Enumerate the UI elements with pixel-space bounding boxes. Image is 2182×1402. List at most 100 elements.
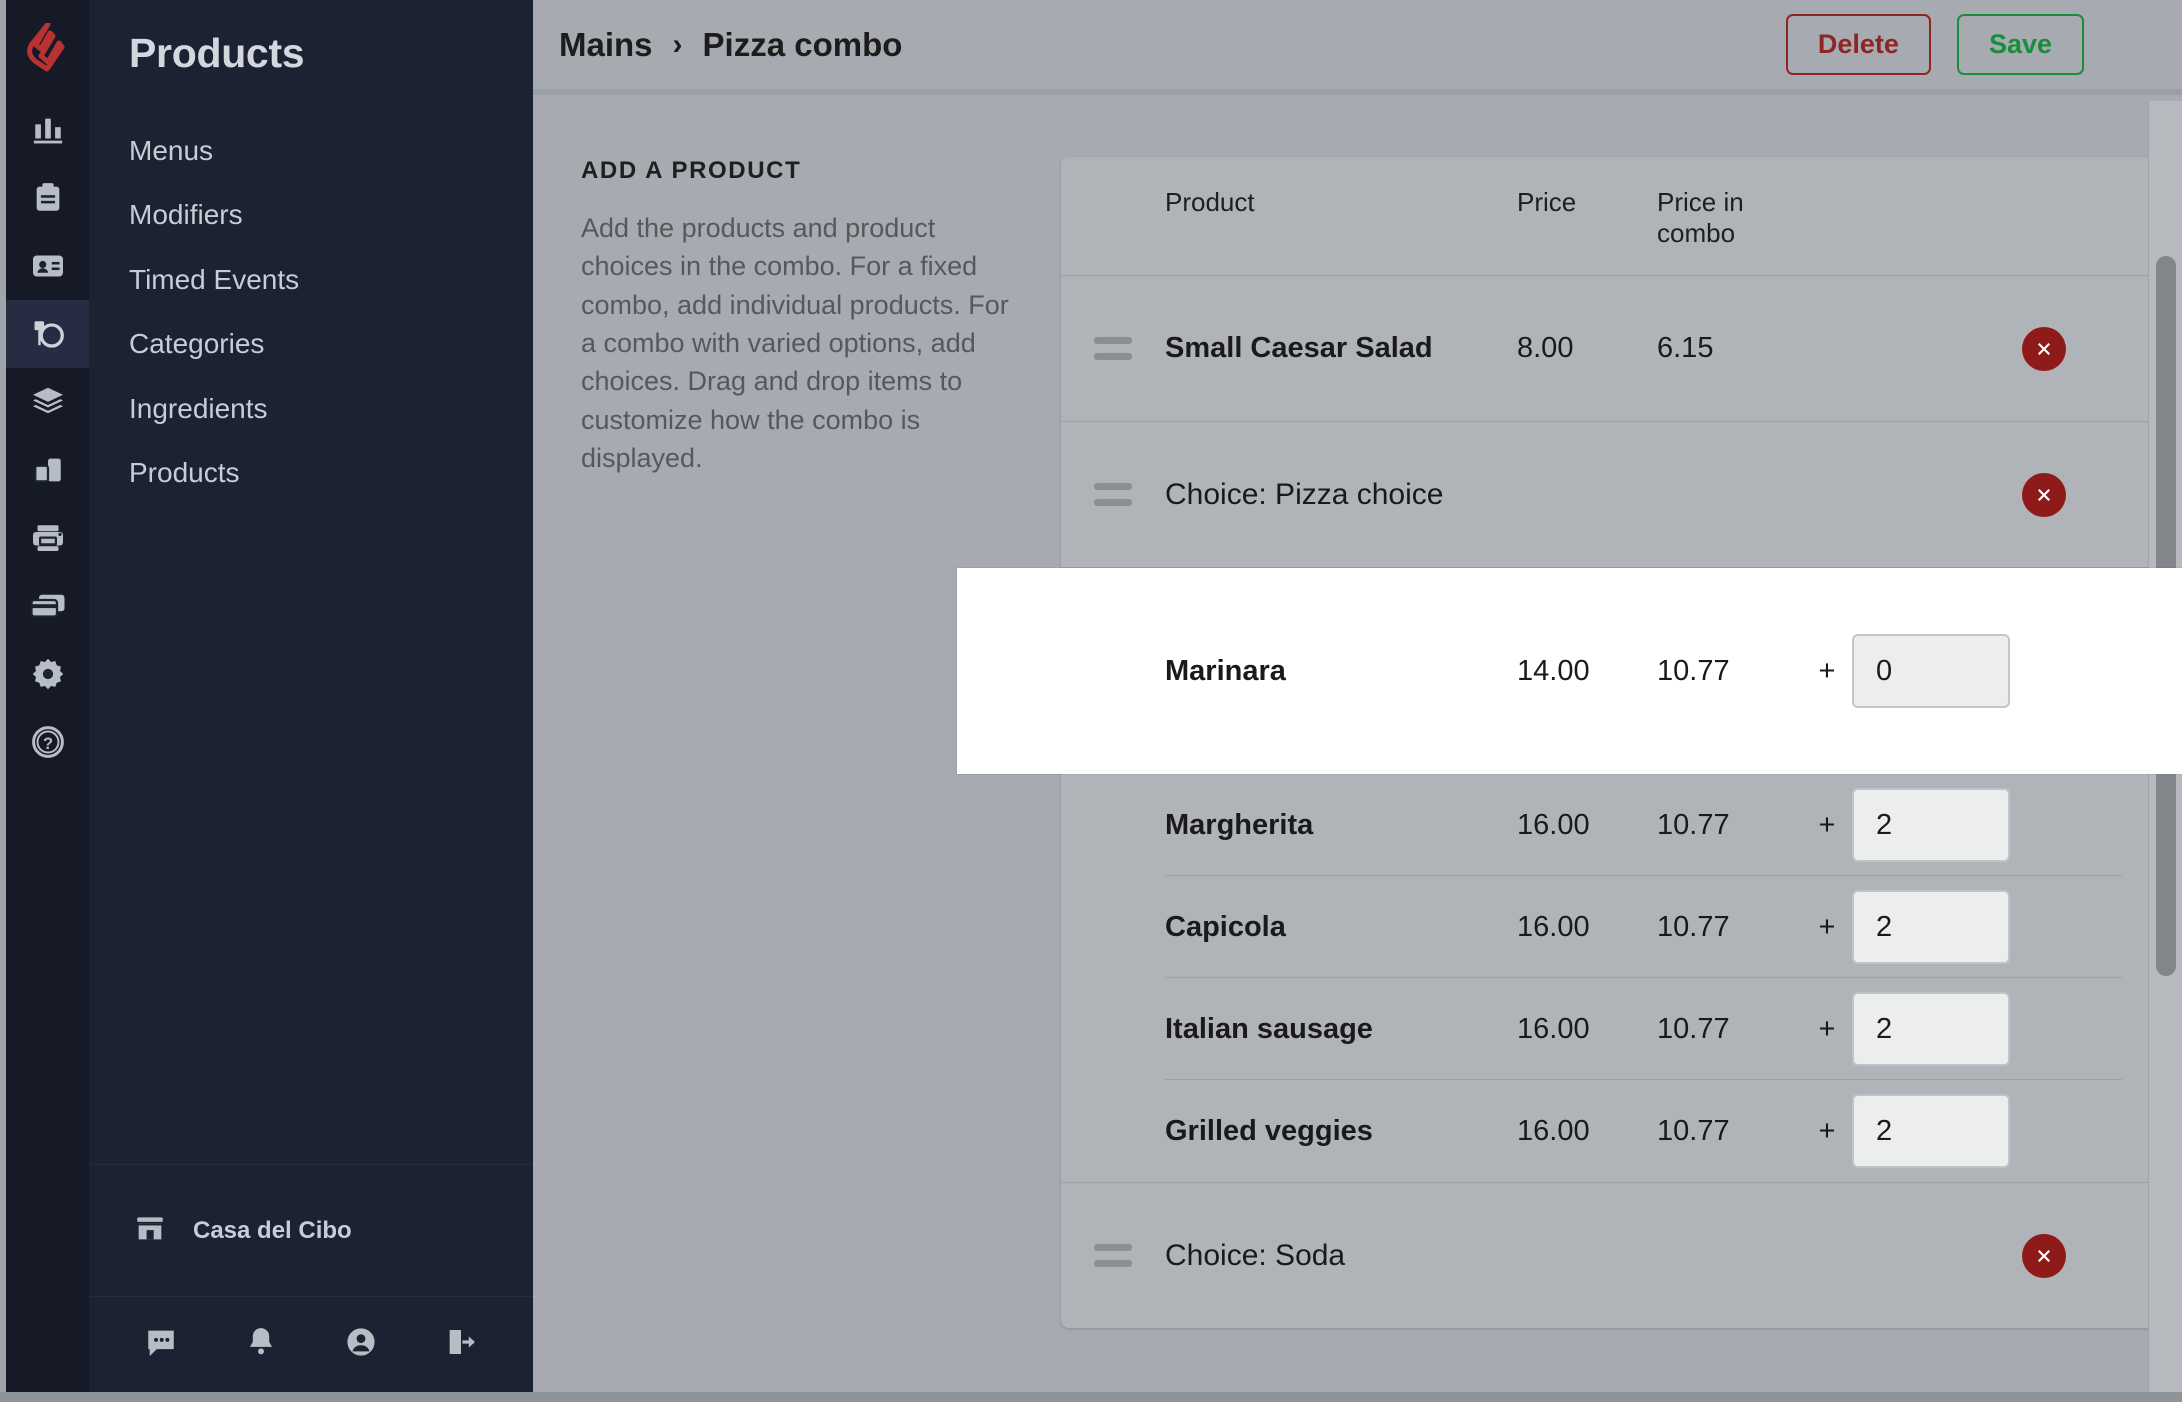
drag-handle-icon[interactable] [1061,483,1165,507]
menu-dining-icon [30,316,66,352]
rail-item-orders[interactable] [6,164,89,232]
breadcrumb-parent[interactable]: Mains [559,26,653,64]
rail-item-inventory[interactable] [6,368,89,436]
sidebar-item-categories[interactable]: Categories [89,312,533,376]
payment-cards-icon [29,591,66,621]
list-item[interactable]: Marinara 14.00 10.77 + 0 [957,568,2182,775]
choice-children-list: Marinara 14.00 10.77 + 0 Margherita 16.0… [957,568,2182,1182]
breadcrumb-current: Pizza combo [702,25,903,63]
sidebar-bottom-bar [89,1296,533,1392]
plus-sign-label: + [1818,1114,1836,1147]
user-account-icon[interactable] [344,1325,378,1364]
remove-circle-icon[interactable] [2022,326,2066,371]
sidebar-nav-panel: Products Menus Modifiers Timed Events Ca… [89,0,533,1392]
help-question-icon: ? [30,724,66,760]
app-window: ? Products Menus Modifiers Timed Events … [0,0,2182,1402]
section-label: ADD A PRODUCT [581,157,802,184]
drag-handle-icon[interactable] [1061,337,1165,361]
list-item[interactable]: Italian sausage 16.00 10.77 + 2 [1061,978,2156,1081]
sidebar-item-timed-events[interactable]: Timed Events [89,248,533,312]
save-button[interactable]: Save [1956,13,2084,76]
gear-settings-icon [30,656,66,692]
sidebar-item-modifiers[interactable]: Modifiers [89,183,533,247]
logout-icon[interactable] [444,1325,478,1364]
rail-item-reports[interactable] [6,96,89,164]
row-price: 8.00 [1517,332,1574,365]
column-header-product: Product [1165,187,1255,217]
table-row[interactable]: Small Caesar Salad 8.00 6.15 [1061,276,2156,423]
svg-text:?: ? [42,735,52,753]
main-content: Mains › Pizza combo Delete Save ADD A PR… [533,0,2182,1392]
icon-rail: ? [0,0,89,1392]
list-item[interactable]: Capicola 16.00 10.77 + 2 [1061,876,2156,979]
plus-sign-label: + [1818,654,1836,687]
child-product-name: Grilled veggies [1165,1114,1373,1147]
row-choice-name: Choice: Soda [1165,1238,1346,1272]
quantity-input[interactable]: 2 [1852,992,2010,1067]
add-product-panel: ADD A PRODUCT Add the products and produ… [533,157,1061,1392]
child-product-name: Capicola [1165,910,1286,943]
top-bar: Mains › Pizza combo Delete Save [533,0,2182,95]
quantity-input[interactable]: 2 [1852,1094,2010,1169]
printer-icon [30,520,66,556]
chevron-right-icon: › [672,27,683,61]
child-price-in-combo: 10.77 [1657,654,1730,687]
sidebar-item-menus[interactable]: Menus [89,119,533,183]
list-item[interactable]: Grilled veggies 16.00 10.77 + 2 [1061,1080,2156,1182]
plus-sign-label: + [1818,910,1836,943]
page-title: Products [129,30,305,76]
rail-item-menu[interactable] [6,300,89,368]
clipboard-orders-icon [31,181,65,215]
content-area: ADD A PRODUCT Add the products and produ… [533,95,2182,1392]
rail-item-help[interactable]: ? [6,708,89,776]
row-price-in-combo: 6.15 [1657,332,1714,365]
row-choice-name: Choice: Pizza choice [1165,477,1444,511]
delete-button[interactable]: Delete [1785,13,1931,76]
products-table-card: Product Price Price in combo Small Caesa… [957,157,2182,1329]
table-row-choice[interactable]: Choice: Soda [1061,1182,2156,1328]
chat-message-icon[interactable] [144,1325,178,1364]
column-header-price-in-combo: Price in combo [1657,187,1744,249]
plus-sign-label: + [1818,808,1836,841]
plus-sign-label: + [1818,1012,1836,1045]
breadcrumb: Mains › Pizza combo [559,26,902,64]
child-price: 16.00 [1517,1114,1590,1147]
remove-circle-icon[interactable] [2022,472,2066,517]
remove-circle-icon[interactable] [2022,1233,2066,1278]
list-item[interactable]: Margherita 16.00 10.77 + 2 [1061,774,2156,877]
rail-item-customers[interactable] [6,232,89,300]
row-product-name: Small Caesar Salad [1165,332,1433,365]
child-price-in-combo: 10.77 [1657,1114,1730,1147]
column-header-price: Price [1517,187,1577,217]
reports-bar-chart-icon [31,113,65,147]
bell-notification-icon[interactable] [244,1325,278,1364]
rail-item-settings[interactable] [6,640,89,708]
customer-card-icon [30,248,66,284]
child-price-in-combo: 10.77 [1657,910,1730,943]
rail-item-printers[interactable] [6,504,89,572]
rail-item-devices[interactable] [6,436,89,504]
sidebar-item-products[interactable]: Products [89,441,533,505]
store-selector[interactable]: Casa del Cibo [89,1164,533,1296]
layers-stack-icon [30,384,66,420]
sidebar-item-ingredients[interactable]: Ingredients [89,377,533,441]
child-price: 16.00 [1517,808,1590,841]
child-product-name: Italian sausage [1165,1012,1373,1045]
child-price-in-combo: 10.77 [1657,1012,1730,1045]
child-price: 14.00 [1517,654,1590,687]
child-product-name: Marinara [1165,654,1286,687]
quantity-input[interactable]: 0 [1852,634,2010,709]
products-card-wrapper: Product Price Price in combo Small Caesa… [957,157,2182,1392]
section-description: Add the products and product choices in … [581,213,1009,473]
table-row-choice[interactable]: Choice: Pizza choice [1061,422,2156,569]
drag-handle-icon[interactable] [1061,1244,1165,1268]
quantity-input[interactable]: 2 [1852,788,2010,863]
table-header-row: Product Price Price in combo [1061,157,2156,277]
quantity-input[interactable]: 2 [1852,890,2010,965]
rail-item-payments[interactable] [6,572,89,640]
child-price: 16.00 [1517,910,1590,943]
storefront-icon [133,1211,167,1250]
lightspeed-flame-logo[interactable] [6,0,89,96]
store-name: Casa del Cibo [193,1216,352,1244]
devices-icon [31,453,65,487]
